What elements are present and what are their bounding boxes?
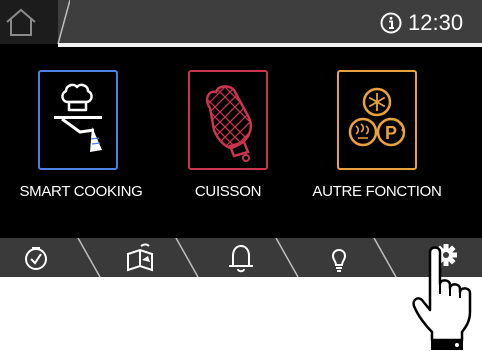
bell-icon [229, 244, 253, 273]
tile-label-autre-fonction: AUTRE FONCTION [312, 183, 442, 200]
tab-divider [57, 0, 70, 44]
lightbulb-icon [331, 249, 347, 272]
recipe-book-icon [127, 243, 153, 272]
oven-display: 12:30 SMART COOKING CUISSON P AUTRE FONC… [0, 0, 482, 277]
tile-label-cuisson: CUISSON [194, 183, 262, 200]
tile-smart-cooking[interactable] [38, 70, 118, 170]
status-bar-rule [58, 43, 482, 47]
oven-mitt-icon [205, 85, 252, 162]
tile-label-smart-cooking: SMART COOKING [19, 183, 143, 200]
chef-hat-serving-icon [54, 83, 102, 152]
status-bar: 12:30 [0, 0, 482, 47]
svg-text:P: P [385, 123, 397, 143]
clock-time: 12:30 [408, 10, 464, 35]
nav-alarm-button[interactable] [223, 238, 283, 277]
other-functions-icon: P [348, 87, 406, 147]
pointing-hand-icon [412, 246, 472, 350]
nav-recipes-button[interactable] [122, 238, 182, 277]
tile-autre-fonction[interactable]: P [337, 70, 417, 170]
info-icon[interactable] [380, 12, 402, 34]
timer-check-icon [25, 247, 47, 270]
nav-timer-button[interactable] [18, 238, 78, 277]
tile-cuisson[interactable] [188, 70, 268, 170]
nav-light-button[interactable] [321, 238, 381, 277]
